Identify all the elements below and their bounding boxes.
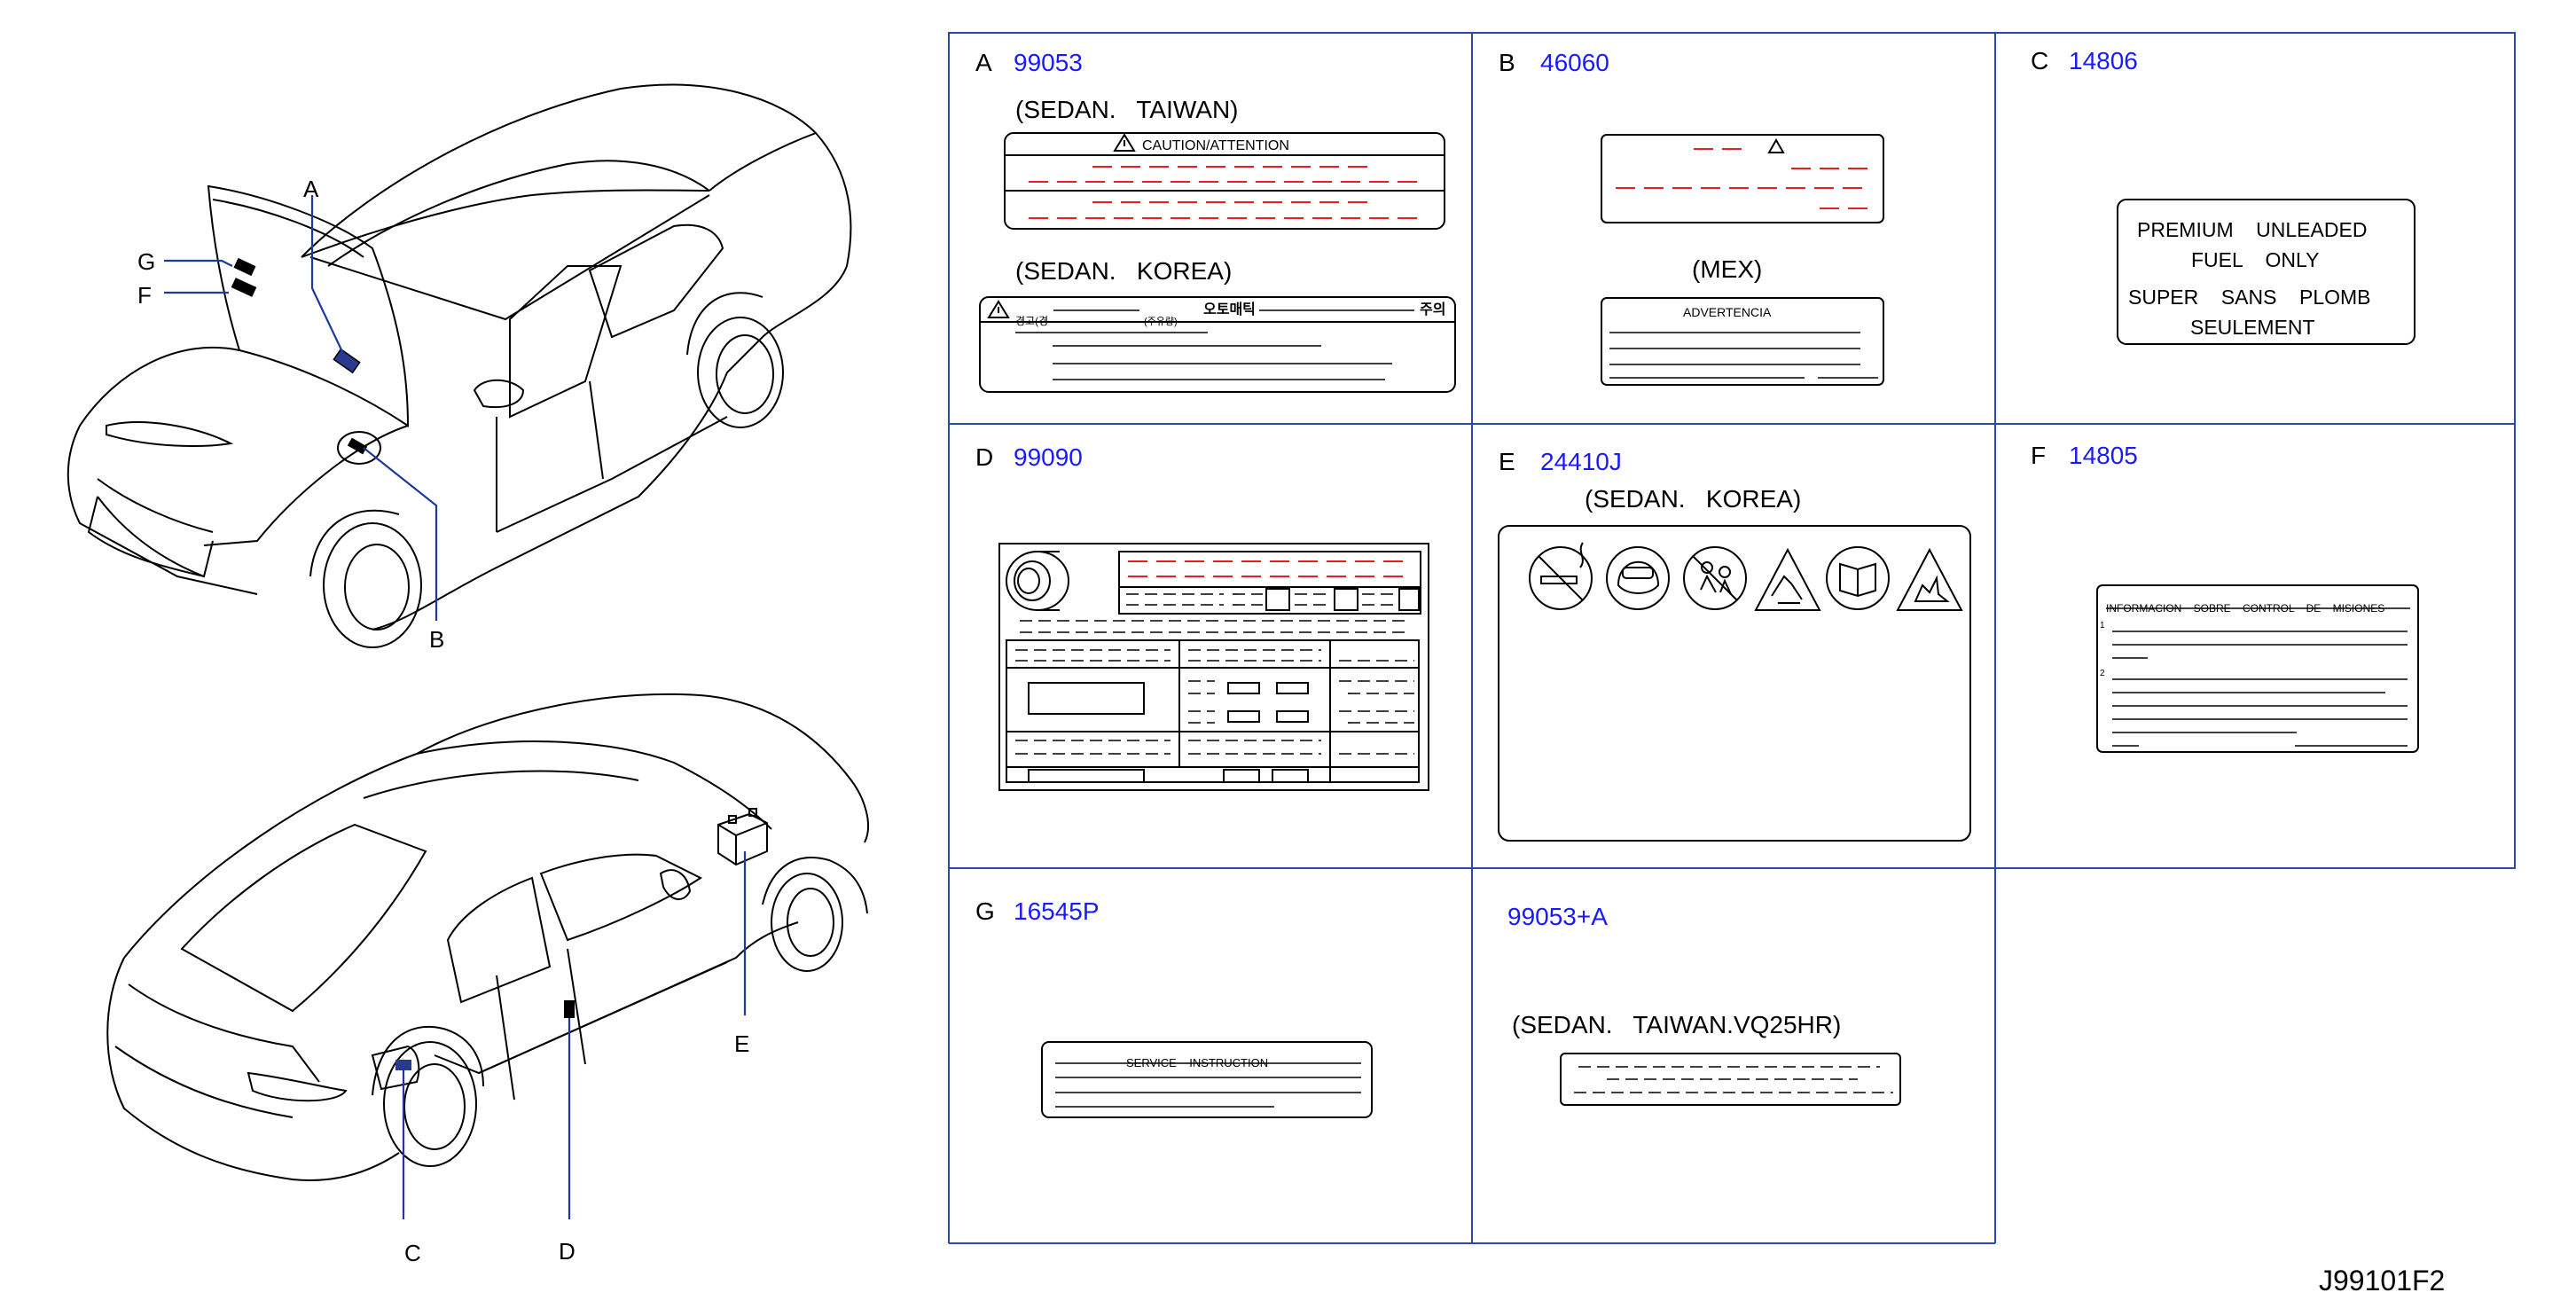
label-tire-placard bbox=[998, 543, 1429, 791]
label-g-mark bbox=[233, 257, 256, 277]
label-advertencia: ADVERTENCIA bbox=[1601, 297, 1884, 386]
cell-c-letter: C bbox=[2031, 47, 2048, 74]
label-d-mark bbox=[564, 1000, 575, 1018]
callout-g: G bbox=[137, 248, 155, 275]
cell-e-sub: (SEDAN. KOREA) bbox=[1585, 485, 1801, 513]
label-c-line-3: SUPER SANS PLOMB bbox=[2128, 286, 2371, 309]
label-caution-korea: 경고(경 (주유량) 오토매틱 주의 bbox=[979, 296, 1456, 393]
callout-c: C bbox=[404, 1240, 421, 1266]
no-smoking-icon bbox=[1529, 542, 1593, 610]
cell-c-part-number: 14806 bbox=[2069, 47, 2138, 74]
cell-e: E 24410J (SEDAN. KOREA) bbox=[1498, 448, 1971, 842]
no-children-icon bbox=[1683, 546, 1747, 610]
cell-f: F 14805 INFORMACION SOBRE CONTROL DE MIS… bbox=[2031, 442, 2419, 753]
cell-f-part-number: 14805 bbox=[2069, 442, 2138, 469]
label-c-line-1: PREMIUM UNLEADED bbox=[2137, 218, 2367, 241]
cell-e-letter: E bbox=[1499, 448, 1515, 475]
label-a2-left: 경고(경 bbox=[1015, 315, 1048, 327]
label-b-top bbox=[1601, 134, 1884, 223]
label-a2-mid: (주유량) bbox=[1144, 316, 1178, 327]
label-a2-center: 오토매틱 bbox=[1203, 302, 1256, 317]
cell-b-sub: (MEX) bbox=[1692, 255, 1762, 283]
top-car-callouts: A G F B bbox=[137, 176, 444, 653]
label-a-mark bbox=[333, 348, 361, 374]
cell-c: C 14806 PREMIUM UNLEADED FUEL ONLY SUPER… bbox=[2031, 47, 2415, 345]
label-a2-right: 주의 bbox=[1420, 302, 1445, 317]
label-service-instruction: SERVICE INSTRUCTION bbox=[1041, 1041, 1373, 1118]
cell-a-sub2: (SEDAN. KOREA) bbox=[1015, 257, 1232, 285]
cell-b-letter: B bbox=[1499, 49, 1515, 76]
cell-h-part-number: 99053+A bbox=[1507, 903, 1608, 930]
explosion-warning-icon bbox=[1896, 547, 1963, 611]
cell-b: B 46060 (MEX) ADVERTENCIA bbox=[1499, 49, 1884, 386]
goggles-icon bbox=[1606, 546, 1670, 610]
callout-d: D bbox=[559, 1238, 575, 1265]
label-battery-warning bbox=[1498, 525, 1971, 842]
label-f-num-1: 1 bbox=[2100, 621, 2105, 631]
callout-f: F bbox=[137, 282, 152, 309]
cell-a-part-number: 99053 bbox=[1014, 49, 1083, 76]
car-front-view bbox=[67, 83, 852, 648]
warning-triangle-icon bbox=[1767, 137, 1785, 153]
read-manual-icon bbox=[1826, 546, 1890, 610]
cell-h: 99053+A (SEDAN. TAIWAN.VQ25HR) bbox=[1507, 903, 1901, 1106]
label-c-line-4: SEULEMENT bbox=[2190, 316, 2315, 339]
label-premium-unleaded: PREMIUM UNLEADED FUEL ONLY SUPER SANS PL… bbox=[2117, 199, 2415, 345]
label-b-title: ADVERTENCIA bbox=[1683, 305, 1772, 319]
cell-a-sub1: (SEDAN. TAIWAN) bbox=[1015, 96, 1239, 123]
cell-g: G 16545P SERVICE INSTRUCTION bbox=[975, 897, 1373, 1118]
label-f-num-2: 2 bbox=[2100, 669, 2105, 678]
acid-warning-icon bbox=[1754, 547, 1821, 611]
label-a1-title: CAUTION/ATTENTION bbox=[1142, 138, 1289, 153]
warning-triangle-icon bbox=[987, 300, 1010, 318]
cell-g-letter: G bbox=[975, 897, 995, 925]
cell-d-letter: D bbox=[975, 443, 993, 471]
bottom-car-callouts: E C D bbox=[404, 1030, 749, 1266]
cell-h-sub: (SEDAN. TAIWAN.VQ25HR) bbox=[1512, 1011, 1841, 1038]
cell-d: D 99090 bbox=[975, 443, 1429, 791]
label-b-mark bbox=[347, 437, 368, 455]
label-emission-info: INFORMACION SOBRE CONTROL DE MISIONES 1 … bbox=[2096, 584, 2419, 753]
label-taiwan-vq25hr bbox=[1560, 1053, 1901, 1106]
warning-triangle-icon bbox=[1113, 133, 1136, 152]
callout-e: E bbox=[734, 1030, 749, 1057]
cell-d-part-number: 99090 bbox=[1014, 443, 1083, 471]
callout-a: A bbox=[303, 176, 319, 202]
cell-a-letter: A bbox=[975, 49, 992, 76]
cell-f-letter: F bbox=[2031, 442, 2046, 469]
parts-diagram: A G F B E C D A 99053 (SEDAN. TAIWAN) CA… bbox=[67, 32, 2516, 1296]
callout-b: B bbox=[429, 626, 444, 653]
label-caution-taiwan: CAUTION/ATTENTION bbox=[1004, 132, 1445, 230]
car-rear-view bbox=[106, 693, 869, 1219]
cell-a: A 99053 (SEDAN. TAIWAN) CAUTION/ATTENTIO… bbox=[975, 49, 1456, 393]
label-f-mark bbox=[231, 278, 257, 297]
cell-e-part-number: 24410J bbox=[1540, 448, 1622, 475]
cell-g-part-number: 16545P bbox=[1014, 897, 1100, 925]
tire-icon bbox=[1006, 551, 1069, 611]
diagram-id: J99101F2 bbox=[2319, 1265, 2445, 1296]
label-c-line-2: FUEL ONLY bbox=[2191, 248, 2319, 271]
cell-b-part-number: 46060 bbox=[1540, 49, 1609, 76]
